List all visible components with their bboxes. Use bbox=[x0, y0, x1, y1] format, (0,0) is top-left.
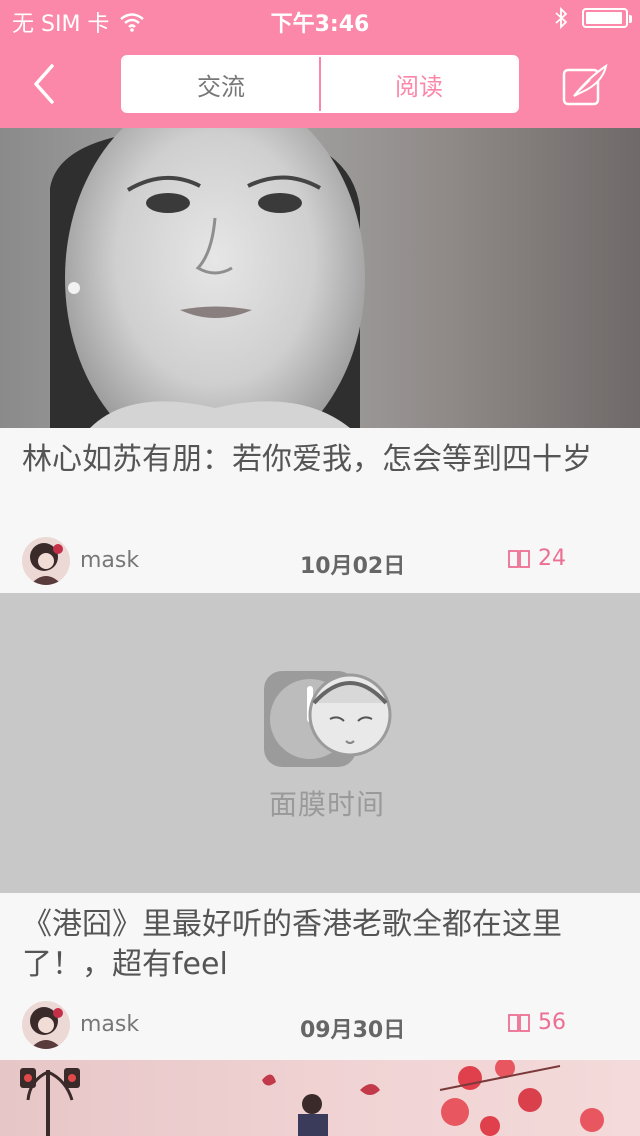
back-button[interactable] bbox=[22, 58, 70, 110]
chevron-left-icon bbox=[34, 64, 54, 104]
post-date: 09月30日 bbox=[300, 1018, 406, 1043]
article-image bbox=[0, 128, 640, 428]
article-card[interactable] bbox=[0, 1060, 640, 1136]
battery-fill bbox=[586, 12, 622, 24]
placeholder-brand-text: 面膜时间 bbox=[268, 788, 385, 821]
article-title: 《港囧》里最好听的香港老歌全都在这里了！，超有feel bbox=[22, 907, 562, 982]
article-image-placeholder: 面膜时间 bbox=[0, 593, 640, 893]
article-card[interactable]: 面膜时间 《港囧》里最好听的香港老歌全都在这里了！，超有feel mask 09… bbox=[0, 593, 640, 1060]
article-image bbox=[0, 1060, 640, 1136]
author-name[interactable]: mask bbox=[80, 548, 139, 573]
article-card[interactable]: 林心如苏有朋：若你爱我，怎会等到四十岁 mask 10月02日 24 bbox=[0, 128, 640, 593]
segmented-control: 交流 阅读 bbox=[121, 55, 519, 113]
book-open-icon bbox=[508, 549, 530, 568]
nav-bar: 交流 阅读 bbox=[0, 40, 640, 128]
author-name[interactable]: mask bbox=[80, 1012, 139, 1037]
tab-reading[interactable]: 阅读 bbox=[319, 57, 517, 111]
bluetooth-icon bbox=[555, 6, 568, 30]
article-meta: mask 09月30日 56 bbox=[0, 996, 640, 1056]
edit-feather-icon bbox=[562, 63, 608, 106]
battery-icon bbox=[582, 8, 632, 28]
avatar[interactable] bbox=[22, 537, 70, 585]
article-title: 林心如苏有朋：若你爱我，怎会等到四十岁 bbox=[22, 442, 592, 477]
read-count-value: 24 bbox=[538, 546, 566, 571]
status-right bbox=[554, 6, 632, 30]
status-time: 下午3:46 bbox=[270, 12, 370, 37]
status-bar: 无 SIM 卡 下午3:46 bbox=[0, 0, 640, 40]
header: 无 SIM 卡 下午3:46 交流 阅读 bbox=[0, 0, 640, 128]
article-meta: mask 10月02日 24 bbox=[0, 532, 640, 592]
post-date: 10月02日 bbox=[300, 554, 406, 579]
compose-button[interactable] bbox=[560, 60, 610, 110]
book-open-icon bbox=[508, 1013, 530, 1032]
read-count-value: 56 bbox=[538, 1010, 566, 1035]
placeholder-logo bbox=[264, 671, 392, 767]
read-count: 24 bbox=[508, 546, 566, 571]
avatar[interactable] bbox=[22, 1001, 70, 1049]
tab-exchange[interactable]: 交流 bbox=[123, 57, 319, 111]
read-count: 56 bbox=[508, 1010, 566, 1035]
